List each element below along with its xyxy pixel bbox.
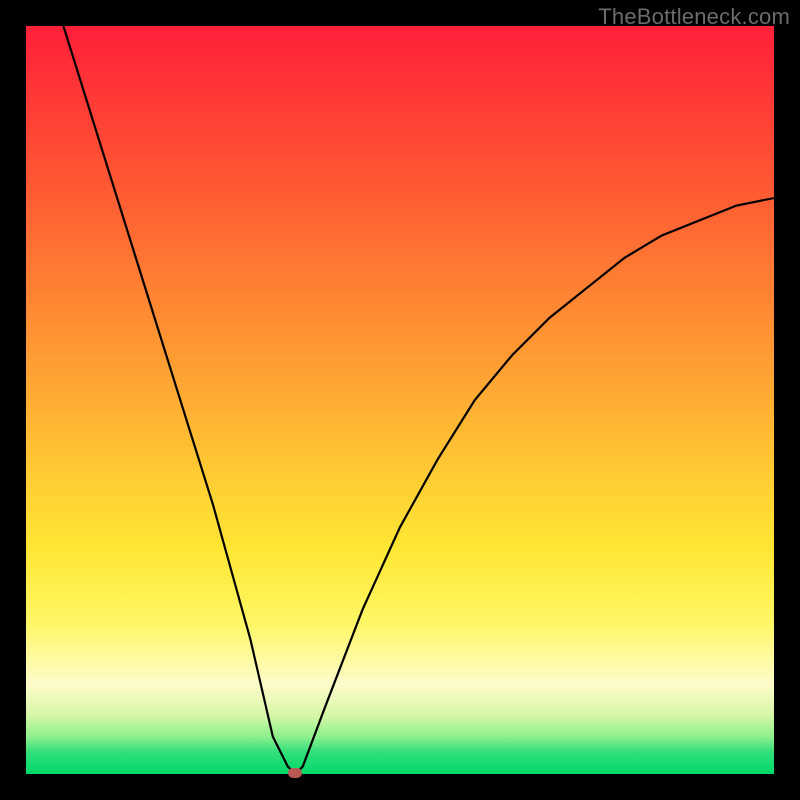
plot-area — [26, 26, 774, 774]
chart-frame: TheBottleneck.com — [0, 0, 800, 800]
bottleneck-curve — [63, 26, 774, 774]
min-marker — [288, 768, 302, 778]
curve-svg — [26, 26, 774, 774]
watermark-text: TheBottleneck.com — [598, 4, 790, 30]
